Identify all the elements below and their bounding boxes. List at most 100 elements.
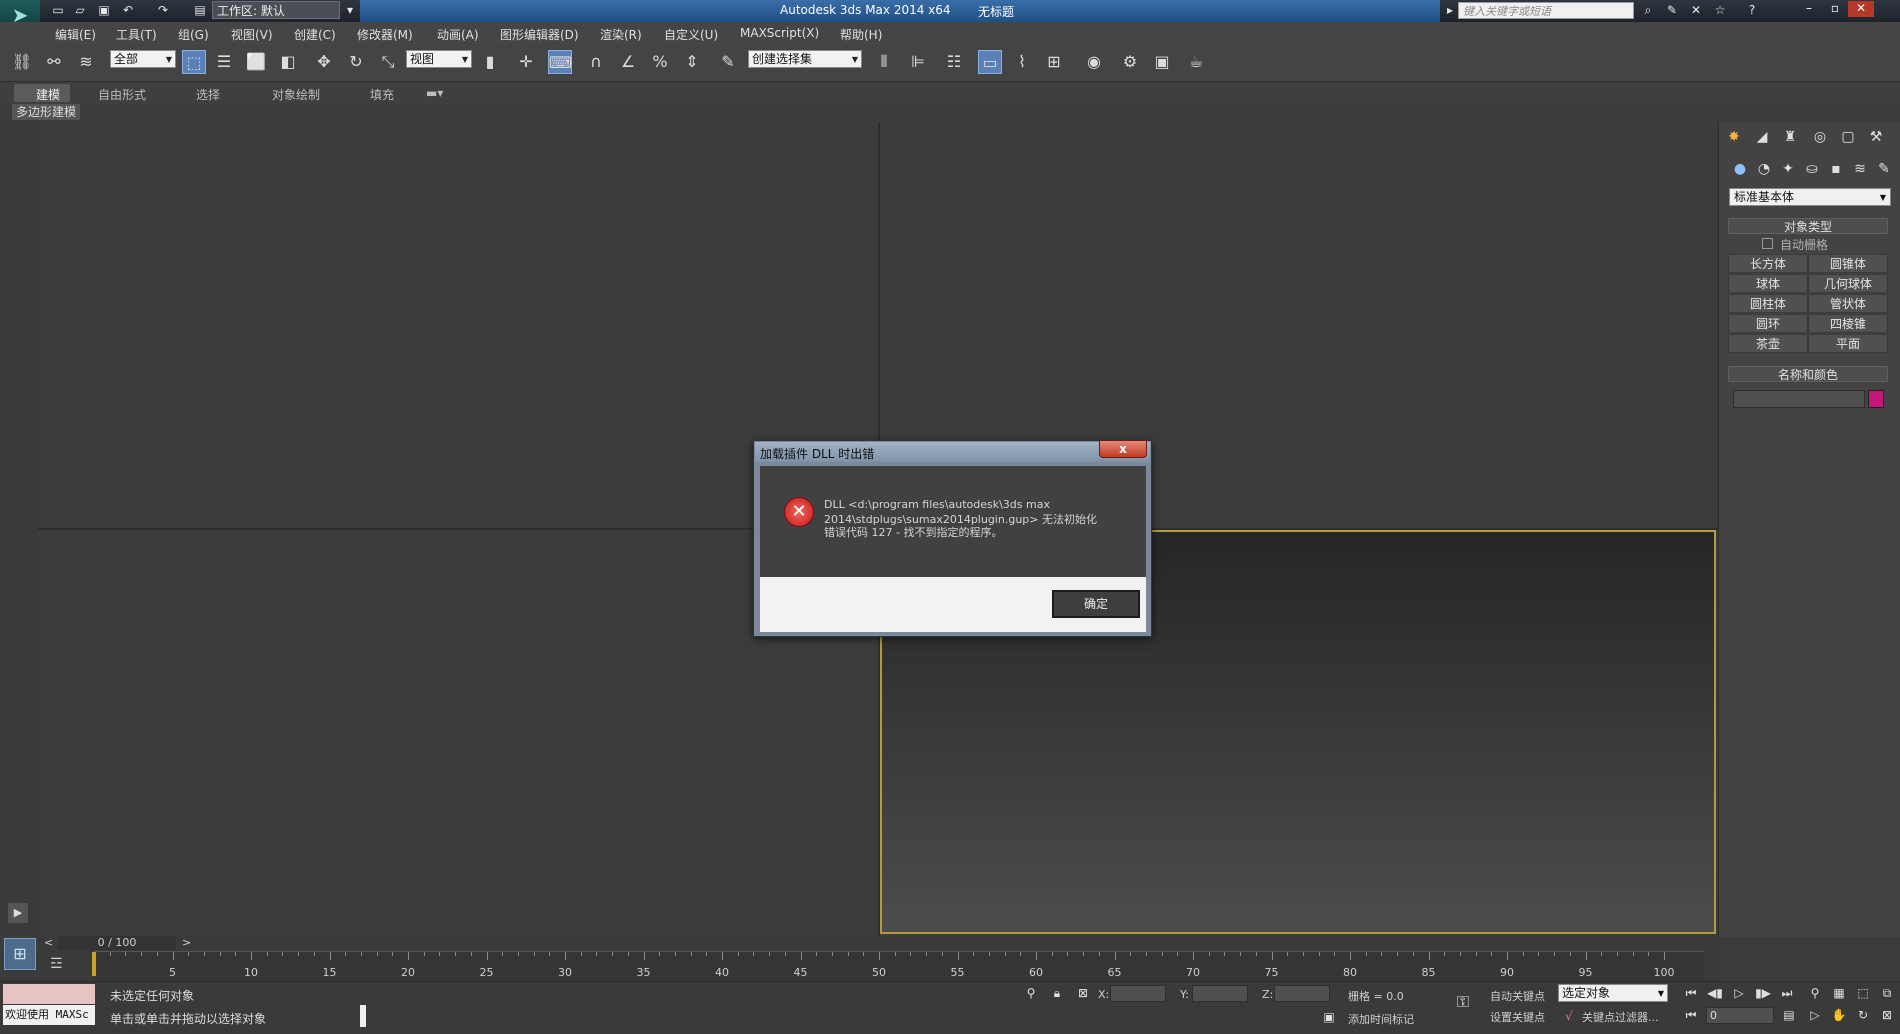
auto-grid-checkbox[interactable] <box>1762 238 1773 249</box>
redo-icon[interactable]: ↷ <box>155 3 171 18</box>
key-mode-toggle-icon[interactable]: ⏮ <box>1682 1006 1700 1024</box>
layer-manager-icon[interactable]: ☷ <box>942 50 966 74</box>
favorites-star-icon[interactable]: ☆ <box>1712 3 1728 18</box>
track-ruler[interactable]: 5 10 15 20 25 30 35 40 45 50 55 60 65 70 75 80 85 90 95 100 <box>92 951 1704 980</box>
create-panel-icon[interactable]: ✸ <box>1724 128 1744 146</box>
menu-views[interactable]: 视图(V) <box>231 26 273 43</box>
x-coordinate-field[interactable] <box>1110 985 1166 1002</box>
curve-editor-icon[interactable]: ⌇ <box>1010 50 1034 74</box>
maxscript-listener-input[interactable] <box>3 984 95 1004</box>
object-category-dropdown[interactable]: 标准基本体 <box>1729 188 1891 206</box>
pan-view-icon[interactable]: ✋ <box>1830 1006 1848 1024</box>
help-icon[interactable]: ? <box>1744 3 1760 18</box>
close-window-button[interactable]: ✕ <box>1848 1 1874 17</box>
menu-help[interactable]: 帮助(H) <box>840 26 882 43</box>
previous-frame-icon[interactable]: ◀▮ <box>1706 984 1724 1002</box>
minimize-button[interactable]: – <box>1796 1 1822 17</box>
time-configuration-icon[interactable]: ▤ <box>1780 1006 1798 1024</box>
y-coordinate-field[interactable] <box>1192 985 1248 1002</box>
spinner-snap-icon[interactable]: ⇕ <box>680 50 704 74</box>
z-coordinate-field[interactable] <box>1274 985 1330 1002</box>
dialog-close-button[interactable]: x <box>1099 440 1147 458</box>
menu-rendering[interactable]: 渲染(R) <box>600 26 642 43</box>
subtab-polygon-modeling[interactable]: 多边形建模 <box>12 104 80 120</box>
render-production-icon[interactable]: ☕ <box>1184 50 1208 74</box>
object-name-input[interactable] <box>1733 390 1865 408</box>
edit-named-selection-icon[interactable]: ✎ <box>716 50 740 74</box>
binoculars-icon[interactable]: ⌕ <box>1640 3 1656 18</box>
maximize-button[interactable]: ▫ <box>1822 1 1848 17</box>
menu-tools[interactable]: 工具(T) <box>116 26 157 43</box>
time-next-button[interactable]: > <box>182 936 191 949</box>
time-slider-thumb[interactable]: 0 / 100 <box>58 936 176 950</box>
tab-selection[interactable]: 选择 <box>196 86 220 103</box>
new-file-icon[interactable]: ▭ <box>50 3 66 18</box>
orbit-icon[interactable]: ↻ <box>1854 1006 1872 1024</box>
schematic-view-icon[interactable]: ⊞ <box>1042 50 1066 74</box>
key-tangent-icon[interactable]: √ <box>1560 1007 1578 1025</box>
isolate-selection-icon[interactable]: ⚲ <box>1022 984 1040 1002</box>
rollout-name-and-color[interactable]: 名称和颜色 <box>1728 366 1888 382</box>
menu-animation[interactable]: 动画(A) <box>437 26 479 43</box>
menu-modifiers[interactable]: 修改器(M) <box>357 26 413 43</box>
subscription-icon[interactable]: ✎ <box>1664 3 1680 18</box>
menu-create[interactable]: 创建(C) <box>294 26 336 43</box>
maximize-viewport-icon[interactable]: ⊠ <box>1878 1006 1896 1024</box>
named-selection-dropdown[interactable]: 创建选择集 <box>748 50 862 68</box>
utilities-panel-icon[interactable]: ⚒ <box>1866 128 1886 146</box>
angle-snap-icon[interactable]: ∠ <box>616 50 640 74</box>
torus-button[interactable]: 圆环 <box>1728 314 1808 333</box>
teapot-button[interactable]: 茶壶 <box>1728 334 1808 353</box>
next-frame-icon[interactable]: ▮▶ <box>1754 984 1772 1002</box>
link-icon[interactable]: ⛓ <box>10 50 34 74</box>
rectangular-selection-icon[interactable]: ⬜ <box>244 50 268 74</box>
reference-coordinate-dropdown[interactable]: 视图 <box>406 50 472 68</box>
menu-group[interactable]: 组(G) <box>178 26 209 43</box>
ok-button[interactable]: 确定 <box>1052 590 1140 618</box>
percent-snap-icon[interactable]: % <box>648 50 672 74</box>
window-crossing-icon[interactable]: ◧ <box>276 50 300 74</box>
geosphere-button[interactable]: 几何球体 <box>1808 274 1888 293</box>
rendered-frame-window-icon[interactable]: ▣ <box>1150 50 1174 74</box>
box-button[interactable]: 长方体 <box>1728 254 1808 273</box>
unlink-icon[interactable]: ⚯ <box>42 50 66 74</box>
current-frame-marker[interactable] <box>92 952 96 976</box>
auto-key-button[interactable]: 自动关键点 <box>1490 988 1545 1004</box>
time-tag-icon[interactable]: ▣ <box>1320 1008 1338 1026</box>
save-icon[interactable]: ▣ <box>96 3 112 18</box>
play-icon[interactable]: ▷ <box>1730 984 1748 1002</box>
hierarchy-panel-icon[interactable]: ♜ <box>1780 128 1800 146</box>
tab-freeform[interactable]: 自由形式 <box>98 86 146 103</box>
helpers-icon[interactable]: ▪ <box>1826 160 1846 178</box>
workspace-dropdown[interactable]: 工作区: 默认 <box>212 1 340 19</box>
tab-modeling[interactable]: 建模 <box>36 86 60 103</box>
expand-arrow-icon[interactable]: ▸ <box>1442 3 1458 18</box>
time-prev-button[interactable]: < <box>44 936 53 949</box>
goto-start-icon[interactable]: ⏮ <box>1682 984 1700 1002</box>
set-key-button[interactable]: 设置关键点 <box>1490 1009 1545 1025</box>
keyboard-shortcut-override-icon[interactable]: ⌨ <box>548 50 572 74</box>
communication-icon[interactable]: ✕ <box>1688 3 1704 18</box>
align-icon[interactable]: ⊫ <box>906 50 930 74</box>
rotate-icon[interactable]: ↻ <box>344 50 368 74</box>
zoom-extents-icon[interactable]: ⬚ <box>1854 984 1872 1002</box>
current-frame-field[interactable]: 0 <box>1706 1007 1774 1024</box>
play-arrow-icon[interactable]: ▶ <box>8 903 28 923</box>
pyramid-button[interactable]: 四棱锥 <box>1808 314 1888 333</box>
selection-filter-dropdown[interactable]: 全部 <box>110 50 176 68</box>
systems-icon[interactable]: ✎ <box>1874 160 1894 178</box>
menu-customize[interactable]: 自定义(U) <box>664 26 718 43</box>
sphere-button[interactable]: 球体 <box>1728 274 1808 293</box>
cone-button[interactable]: 圆锥体 <box>1808 254 1888 273</box>
add-time-tag[interactable]: 添加时间标记 <box>1348 1011 1414 1027</box>
open-file-icon[interactable]: ▱ <box>72 3 88 18</box>
undo-icon[interactable]: ↶ <box>120 3 136 18</box>
key-filters-button[interactable]: 关键点过滤器... <box>1582 1009 1659 1025</box>
search-input[interactable]: 键入关键字或短语 <box>1458 2 1634 19</box>
lights-icon[interactable]: ✦ <box>1778 160 1798 178</box>
maxscript-welcome[interactable]: 欢迎使用 MAXSc <box>3 1005 95 1025</box>
mirror-icon[interactable]: ⫴ <box>872 50 896 74</box>
menu-graph-editors[interactable]: 图形编辑器(D) <box>500 26 579 43</box>
scale-icon[interactable]: ⤡ <box>376 50 400 74</box>
project-folder-icon[interactable]: ▤ <box>192 3 208 18</box>
